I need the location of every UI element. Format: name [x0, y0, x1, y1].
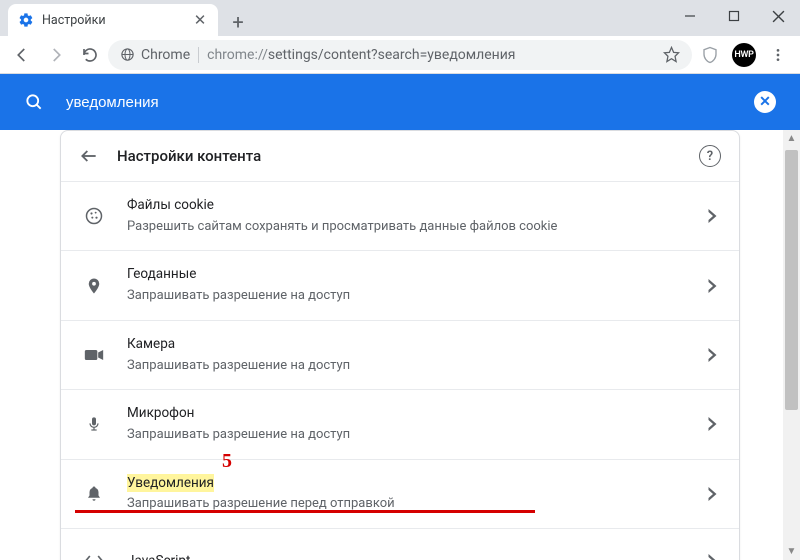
chevron-right-icon — [708, 554, 717, 560]
back-icon[interactable] — [79, 146, 99, 166]
row-label: Файлы cookie — [127, 196, 214, 215]
row-microphone[interactable]: Микрофон Запрашивать разрешение на досту… — [61, 389, 739, 458]
clear-search-button[interactable]: ✕ — [754, 91, 776, 113]
window-titlebar: Настройки ✕ + — [0, 0, 800, 36]
row-label: Уведомления — [127, 474, 214, 493]
star-icon[interactable] — [663, 46, 680, 63]
forward-button[interactable] — [40, 39, 72, 71]
profile-avatar[interactable]: HWP — [732, 43, 756, 67]
row-javascript[interactable]: JavaScript — [61, 528, 739, 560]
microphone-icon — [83, 413, 105, 435]
chevron-right-icon — [708, 487, 717, 501]
settings-search-input[interactable] — [66, 94, 732, 111]
gear-icon — [18, 12, 34, 28]
maximize-button[interactable] — [712, 0, 756, 32]
row-label: Камера — [127, 335, 175, 354]
menu-button[interactable] — [762, 39, 794, 71]
vertical-scrollbar[interactable]: ▲ ▼ — [783, 130, 800, 560]
camera-icon — [83, 347, 105, 363]
chevron-right-icon — [708, 348, 717, 362]
chevron-right-icon — [708, 209, 717, 223]
panel-header: Настройки контента ? — [61, 131, 739, 181]
scroll-down-icon[interactable]: ▼ — [783, 543, 800, 560]
minimize-button[interactable] — [668, 0, 712, 32]
cookie-icon — [83, 206, 105, 226]
row-notifications[interactable]: Уведомления Запрашивать разрешение перед… — [61, 459, 739, 528]
chevron-right-icon — [708, 279, 717, 293]
content-settings-panel: Настройки контента ? Файлы cookie Разреш… — [60, 130, 740, 560]
scrollbar-thumb[interactable] — [785, 150, 798, 410]
row-camera[interactable]: Камера Запрашивать разрешение на доступ — [61, 320, 739, 389]
window-controls — [668, 0, 800, 36]
address-bar[interactable]: Chrome chrome://settings/content?search=… — [108, 40, 692, 70]
close-icon[interactable]: ✕ — [192, 12, 208, 28]
code-icon — [83, 554, 105, 560]
reload-button[interactable] — [74, 39, 106, 71]
new-tab-button[interactable]: + — [224, 8, 252, 36]
row-label: Микрофон — [127, 404, 194, 423]
row-label: JavaScript — [127, 552, 190, 560]
divider — [198, 47, 199, 63]
bell-icon — [83, 484, 105, 504]
window-close-button[interactable] — [756, 0, 800, 32]
location-pin-icon — [83, 275, 105, 297]
settings-content: Настройки контента ? Файлы cookie Разреш… — [0, 130, 800, 560]
back-button[interactable] — [6, 39, 38, 71]
site-chip-label: Chrome — [141, 47, 190, 63]
help-icon[interactable]: ? — [699, 145, 721, 167]
row-desc: Запрашивать разрешение на доступ — [127, 286, 686, 306]
scroll-up-icon[interactable]: ▲ — [783, 130, 800, 147]
row-cookies[interactable]: Файлы cookie Разрешить сайтам сохранять … — [61, 181, 739, 250]
row-desc: Запрашивать разрешение на доступ — [127, 356, 686, 376]
chevron-right-icon — [708, 417, 717, 431]
search-icon — [24, 92, 44, 112]
row-desc: Запрашивать разрешение перед отправкой — [127, 494, 686, 514]
tab-title: Настройки — [42, 13, 184, 28]
site-info-chip[interactable]: Chrome — [120, 47, 190, 63]
row-desc: Разрешить сайтам сохранять и просматрива… — [127, 217, 686, 237]
globe-icon — [120, 47, 135, 62]
browser-toolbar: Chrome chrome://settings/content?search=… — [0, 36, 800, 74]
url-text: chrome://settings/content?search=уведомл… — [207, 47, 655, 63]
settings-search-bar: ✕ — [0, 74, 800, 130]
browser-tab[interactable]: Настройки ✕ — [8, 4, 218, 36]
row-location[interactable]: Геоданные Запрашивать разрешение на дост… — [61, 250, 739, 319]
row-label: Геоданные — [127, 265, 196, 284]
row-desc: Запрашивать разрешение на доступ — [127, 425, 686, 445]
shield-icon[interactable] — [694, 39, 726, 71]
panel-title: Настройки контента — [117, 147, 681, 165]
